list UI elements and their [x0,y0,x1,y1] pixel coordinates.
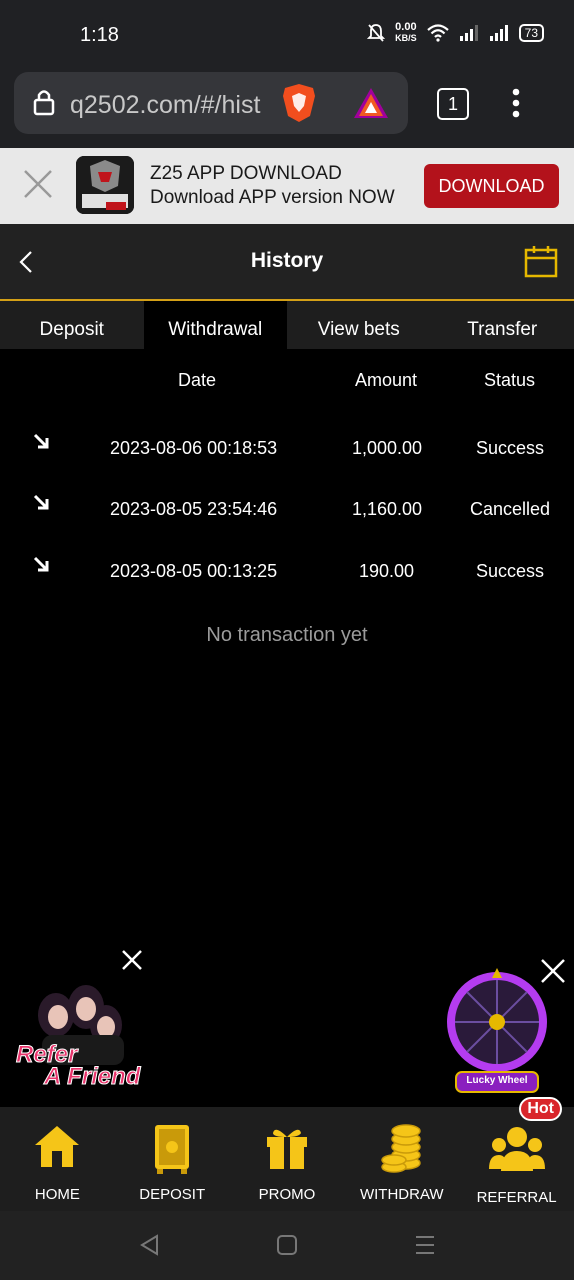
mute-bell-icon [367,24,386,42]
safe-icon [155,1125,190,1174]
nav-home[interactable]: HOME [0,1107,115,1211]
net-speed: 0.00 KB/S [395,22,417,44]
row-amount: 1,160.00 [352,499,423,519]
battery-indicator: 73 [518,24,544,42]
row-amount: 190.00 [359,561,415,581]
row-date: 2023-08-06 00:18:53 [110,438,278,458]
refer-label-line2: A Friend [43,1063,141,1091]
table-row[interactable]: 2023-08-05 00:13:25 190.00 Success [0,551,574,591]
nav-promo-label: PROMO [258,1186,316,1203]
wifi-icon [426,24,449,42]
system-back-icon[interactable] [139,1234,161,1256]
calendar-icon[interactable] [524,244,558,278]
brave-shield-icon[interactable] [280,82,318,124]
row-status: Success [476,438,545,458]
users-icon [488,1127,545,1171]
arrow-down-right-icon [33,556,49,572]
column-header-status: Status [484,370,536,390]
hot-badge: Hot [519,1097,562,1121]
banner-subtitle: Download APP version NOW [150,187,395,208]
lock-icon[interactable] [33,88,55,116]
row-date: 2023-08-05 00:13:25 [110,561,278,581]
signal-icon-2 [489,25,508,41]
status-icons: 0.00 KB/S 73 [367,22,544,44]
gift-icon [266,1129,307,1169]
signal-icon-1 [459,25,478,41]
more-menu-icon[interactable] [510,88,522,118]
column-header-date: Date [178,370,217,390]
lucky-wheel-label: Lucky Wheel [466,1075,528,1086]
nav-referral[interactable]: REFERRAL Hot [459,1097,574,1211]
nav-deposit-label: DEPOSIT [139,1186,206,1203]
nav-deposit[interactable]: DEPOSIT [115,1107,230,1211]
row-date: 2023-08-05 23:54:46 [110,499,278,519]
close-refer-icon[interactable] [121,949,143,971]
tab-deposit[interactable]: Deposit [0,301,144,349]
table-row[interactable]: 2023-08-06 00:18:53 1,000.00 Success [0,428,574,468]
net-speed-unit: KB/S [395,33,417,43]
url-text[interactable]: q2502.com/#/hist [70,91,266,120]
row-status: Success [476,561,545,581]
table-row[interactable]: 2023-08-05 23:54:46 1,160.00 Cancelled [0,489,574,529]
bottom-nav: HOME DEPOSIT PROMO WITHDRAW REFERRAL Hot [0,1097,574,1211]
system-home-icon[interactable] [276,1234,298,1256]
brave-rewards-icon[interactable] [352,86,390,120]
banner-title: Z25 APP DOWNLOAD [150,163,342,184]
nav-referral-label: REFERRAL [476,1189,557,1206]
lucky-wheel-promo[interactable]: Lucky Wheel [444,968,550,1096]
nav-withdraw-label: WITHDRAW [359,1186,444,1203]
home-icon [35,1126,80,1167]
refer-a-friend-promo[interactable]: Refer A Friend [15,975,141,1100]
row-amount: 1,000.00 [352,438,423,458]
row-status: Cancelled [470,499,551,519]
history-tabs: Deposit Withdrawal View bets Transfer [0,301,574,349]
empty-state-text: No transaction yet [206,624,368,646]
nav-promo[interactable]: PROMO [230,1107,345,1211]
arrow-down-right-icon [33,433,49,449]
page-title: History [250,249,324,272]
nav-home-label: HOME [34,1186,80,1203]
tab-switcher-button[interactable]: 1 [437,88,469,120]
column-header-amount: Amount [355,370,418,390]
net-speed-value: 0.00 [395,21,417,33]
tab-withdrawal[interactable]: Withdrawal [143,301,287,349]
tab-transfer[interactable]: Transfer [431,301,574,349]
arrow-down-right-icon [33,494,49,510]
close-icon[interactable] [22,168,54,200]
status-time: 1:18 [80,24,119,46]
download-button[interactable]: DOWNLOAD [424,164,559,208]
coins-icon [381,1124,421,1173]
nav-withdraw[interactable]: WITHDRAW [344,1107,459,1211]
app-logo [76,156,134,214]
tab-view-bets[interactable]: View bets [287,301,431,349]
system-menu-icon[interactable] [414,1234,436,1256]
